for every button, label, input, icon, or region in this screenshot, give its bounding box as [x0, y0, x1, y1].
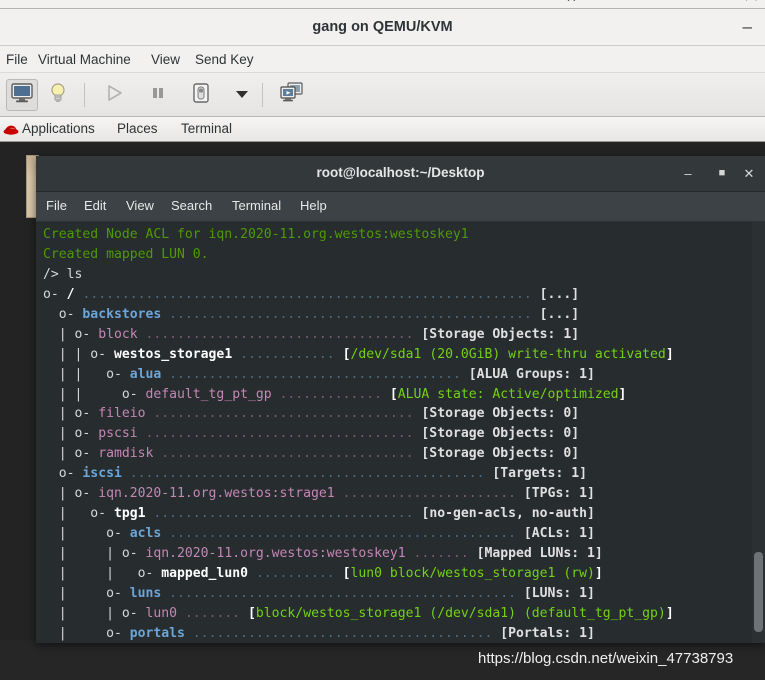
- terminal-menu-edit[interactable]: Edit: [84, 198, 106, 213]
- terminal-line: o- backstores ..........................…: [43, 306, 580, 322]
- shutdown-dropdown-button[interactable]: [226, 79, 258, 111]
- terminal-output: Created Node ACL for iqn.2020-11.org.wes…: [43, 225, 765, 643]
- vm-window-titlebar: gang on QEMU/KVM –: [0, 9, 765, 46]
- pause-button[interactable]: [142, 79, 174, 111]
- terminal-line: | o- ramdisk ...........................…: [43, 446, 580, 462]
- terminal-line: | o- fileio ............................…: [43, 406, 580, 422]
- terminal-menubar: File Edit View Search Terminal Help: [36, 192, 765, 222]
- terminal-screen[interactable]: Created Node ACL for iqn.2020-11.org.wes…: [36, 222, 765, 643]
- terminal-line: | o- block .............................…: [43, 326, 580, 342]
- screen: ✕ + + gang on QEMU/KVM – File Virtual Ma…: [0, 0, 765, 680]
- terminal-menu-file[interactable]: File: [46, 198, 67, 213]
- terminal-line: o- iscsi ...............................…: [43, 466, 587, 482]
- terminal-line: o- / ...................................…: [43, 286, 580, 302]
- chevron-down-icon: [235, 86, 249, 104]
- terminal-line: /> ls: [43, 266, 83, 282]
- terminal-titlebar[interactable]: root@localhost:~/Desktop – ■ ✕: [36, 156, 765, 192]
- toolbar-separator-1: [84, 83, 85, 107]
- menu-item-view[interactable]: View: [146, 50, 185, 69]
- terminal-line: | | o- alua ............................…: [43, 366, 595, 382]
- terminal-scrollbar[interactable]: [752, 222, 765, 643]
- panel-item-terminal[interactable]: Terminal: [181, 121, 232, 136]
- vm-menubar: File Virtual Machine View Send Key: [0, 46, 765, 73]
- screens-icon: [280, 81, 304, 109]
- terminal-scrollbar-thumb[interactable]: [754, 552, 763, 632]
- power-icon: [191, 82, 211, 109]
- terminal-menu-help[interactable]: Help: [300, 198, 327, 213]
- terminal-line: | o- pscsi .............................…: [43, 426, 580, 442]
- terminal-line: | | o- default_tg_pt_gp ............. [A…: [43, 386, 627, 402]
- terminal-menu-terminal[interactable]: Terminal: [232, 198, 281, 213]
- outer-window-topstrip: ✕ + +: [0, 0, 765, 9]
- lightbulb-icon: [48, 82, 68, 109]
- terminal-line: | o- luns ..............................…: [43, 585, 595, 601]
- gnome-top-panel: Applications Places Terminal: [0, 117, 765, 142]
- terminal-line: | | o- westos_storage1 ............ [/de…: [43, 346, 674, 362]
- terminal-line: | | o- lun0 ....... [block/westos_storag…: [43, 605, 674, 621]
- play-icon: [105, 84, 123, 107]
- pause-icon: [150, 85, 166, 106]
- terminal-line: | o- iqn.2020-11.org.westos:strage1 ....…: [43, 486, 595, 502]
- show-details-button[interactable]: [42, 79, 74, 111]
- redhat-logo-icon[interactable]: [2, 120, 20, 143]
- terminal-window: root@localhost:~/Desktop – ■ ✕ File Edit…: [36, 156, 765, 643]
- menu-item-file[interactable]: File: [1, 50, 33, 69]
- watermark-url: https://blog.csdn.net/weixin_47738793: [478, 650, 734, 667]
- terminal-menu-search[interactable]: Search: [171, 198, 212, 213]
- panel-item-applications[interactable]: Applications: [22, 121, 95, 136]
- terminal-line: | | o- mapped_lun0 .......... [lun0 bloc…: [43, 565, 603, 581]
- run-button[interactable]: [98, 79, 130, 111]
- monitor-icon: [11, 82, 33, 108]
- terminal-menu-view[interactable]: View: [126, 198, 154, 213]
- outer-plus-icon[interactable]: + +: [743, 0, 759, 5]
- terminal-line: | o- portals ...........................…: [43, 625, 595, 641]
- vm-minimize-button[interactable]: –: [743, 18, 752, 36]
- terminal-line: | o- tpg1 ..............................…: [43, 506, 595, 522]
- outer-close-icon[interactable]: ✕: [566, 0, 577, 5]
- menu-item-virtual-machine[interactable]: Virtual Machine: [33, 50, 136, 69]
- terminal-line: Created Node ACL for iqn.2020-11.org.wes…: [43, 227, 469, 242]
- panel-item-places[interactable]: Places: [117, 121, 158, 136]
- terminal-line: Created mapped LUN 0.: [43, 246, 209, 262]
- shutdown-button[interactable]: [185, 79, 217, 111]
- toolbar-separator-2: [262, 83, 263, 107]
- terminal-title: root@localhost:~/Desktop: [316, 165, 485, 180]
- menu-item-send-key[interactable]: Send Key: [190, 50, 259, 69]
- terminal-line: | o- acls ..............................…: [43, 526, 595, 542]
- show-console-button[interactable]: [6, 79, 38, 111]
- vm-window-title: gang on QEMU/KVM: [312, 19, 453, 35]
- vm-toolbar: [0, 73, 765, 117]
- terminal-minimize-button[interactable]: –: [680, 166, 696, 181]
- terminal-close-button[interactable]: ✕: [741, 166, 757, 181]
- fullscreen-button[interactable]: [276, 79, 308, 111]
- terminal-maximize-button[interactable]: ■: [714, 166, 730, 181]
- terminal-line: | | o- iqn.2020-11.org.westos:westoskey1…: [43, 546, 603, 561]
